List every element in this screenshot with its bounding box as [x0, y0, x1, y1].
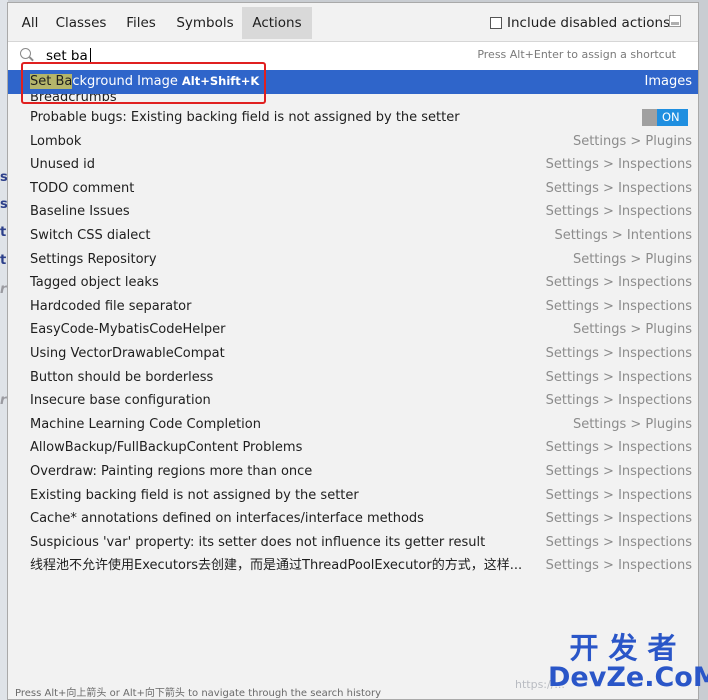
- result-location: Settings > Inspections: [545, 558, 692, 574]
- list-item[interactable]: Machine Learning Code Completion Settings…: [8, 413, 698, 437]
- result-location: Settings > Inspections: [545, 298, 692, 314]
- result-name: 线程池不允许使用Executors去创建，而是通过ThreadPoolExecu…: [30, 558, 523, 574]
- list-item[interactable]: Lombok Settings > Plugins: [8, 130, 698, 154]
- result-name: Machine Learning Code Completion: [30, 416, 261, 432]
- watermark-cn: 开发者: [569, 631, 687, 665]
- list-item[interactable]: Switch CSS dialect Settings > Intentions: [8, 224, 698, 248]
- list-item[interactable]: Button should be borderless Settings > In…: [8, 366, 698, 390]
- include-disabled-label: Include disabled actions: [507, 15, 671, 31]
- list-item[interactable]: AllowBackup/FullBackupContent Problems Se…: [8, 436, 698, 460]
- result-name: Cache* annotations defined on interfaces…: [30, 511, 424, 527]
- list-item[interactable]: Cache* annotations defined on interfaces…: [8, 507, 698, 531]
- on-off-toggle[interactable]: ON: [642, 109, 688, 126]
- result-location: Settings > Inspections: [545, 180, 692, 196]
- list-item[interactable]: Baseline Issues Settings > Inspections: [8, 200, 698, 224]
- list-item[interactable]: Tagged object leaks Settings > Inspection…: [8, 271, 698, 295]
- result-location: Settings > Inspections: [545, 440, 692, 456]
- result-location: Settings > Inspections: [545, 511, 692, 527]
- result-location: Settings > Intentions: [554, 227, 692, 243]
- toggle-label: ON: [662, 110, 680, 124]
- result-name: Baseline Issues: [30, 204, 130, 220]
- watermark-logo: 开发者 DevZe.CoM: [548, 633, 708, 693]
- result-name: Hardcoded file separator: [30, 298, 192, 314]
- result-name: Probable bugs: Existing backing field is…: [30, 110, 460, 125]
- search-bar: Press Alt+Enter to assign a shortcut: [8, 41, 698, 71]
- tab-bar: All Classes Files Symbols Actions Includ…: [8, 3, 698, 41]
- result-name: AllowBackup/FullBackupContent Problems: [30, 440, 303, 456]
- list-item[interactable]: Settings Repository Settings > Plugins: [8, 248, 698, 272]
- include-disabled-checkbox[interactable]: [490, 17, 502, 29]
- result-name: Switch CSS dialect: [30, 227, 151, 243]
- result-location: Settings > Inspections: [545, 487, 692, 503]
- match-highlight: Set Ba: [30, 74, 73, 89]
- result-shortcut: Alt+Shift+K: [181, 74, 260, 88]
- result-location: Settings > Plugins: [572, 251, 692, 267]
- list-item[interactable]: Breadcrumbs: [8, 94, 698, 106]
- tab-files[interactable]: Files: [116, 7, 166, 39]
- list-item[interactable]: EasyCode-MybatisCodeHelper Settings > Plu…: [8, 318, 698, 342]
- result-name-rest: ckground Image: [72, 74, 178, 89]
- search-everywhere-popup: All Classes Files Symbols Actions Includ…: [7, 2, 699, 700]
- result-location: Settings > Plugins: [572, 416, 692, 432]
- result-name: Tagged object leaks: [30, 275, 159, 291]
- result-name: Set Background Image Alt+Shift+K: [30, 70, 259, 94]
- tab-actions[interactable]: Actions: [242, 7, 312, 39]
- result-location: Images: [644, 74, 693, 89]
- result-location: Settings > Plugins: [572, 322, 692, 338]
- list-item[interactable]: Hardcoded file separator Settings > Inspe…: [8, 295, 698, 319]
- result-name: Suspicious 'var' property: its setter do…: [30, 534, 486, 550]
- list-item[interactable]: Overdraw: Painting regions more than onc…: [8, 460, 698, 484]
- list-item[interactable]: Existing backing field is not assigned b…: [8, 484, 698, 508]
- results-list: Set Background Image Alt+Shift+K Images B…: [8, 70, 698, 600]
- result-name: Insecure base configuration: [30, 393, 211, 409]
- result-name: Settings Repository: [30, 251, 157, 267]
- tab-classes[interactable]: Classes: [48, 7, 114, 39]
- result-name: Using VectorDrawableCompat: [30, 345, 225, 361]
- watermark-en: DevZe.CoM: [548, 662, 708, 693]
- result-location: Settings > Inspections: [545, 393, 692, 409]
- list-item-selected[interactable]: Set Background Image Alt+Shift+K Images: [8, 70, 698, 94]
- result-location: Settings > Inspections: [545, 463, 692, 479]
- text-caret: [90, 48, 91, 64]
- result-name: TODO comment: [30, 180, 135, 196]
- result-location: Settings > Inspections: [545, 345, 692, 361]
- list-item[interactable]: Unused id Settings > Inspections: [8, 153, 698, 177]
- result-name: Overdraw: Painting regions more than onc…: [30, 463, 313, 479]
- result-location: Settings > Inspections: [545, 534, 692, 550]
- result-name: EasyCode-MybatisCodeHelper: [30, 322, 226, 338]
- list-item[interactable]: Suspicious 'var' property: its setter do…: [8, 531, 698, 555]
- list-item[interactable]: Using VectorDrawableCompat Settings > Ins…: [8, 342, 698, 366]
- result-name: Existing backing field is not assigned b…: [30, 487, 359, 503]
- tab-symbols[interactable]: Symbols: [168, 7, 242, 39]
- result-name: Breadcrumbs: [30, 94, 117, 105]
- list-item[interactable]: TODO comment Settings > Inspections: [8, 177, 698, 201]
- result-location: Settings > Inspections: [545, 275, 692, 291]
- tab-all[interactable]: All: [12, 7, 48, 39]
- result-name: Lombok: [30, 133, 82, 149]
- open-in-window-icon[interactable]: [669, 15, 681, 27]
- result-location: Settings > Plugins: [572, 133, 692, 149]
- result-name: Button should be borderless: [30, 369, 214, 385]
- list-item[interactable]: 线程池不允许使用Executors去创建，而是通过ThreadPoolExecu…: [8, 554, 698, 578]
- list-item[interactable]: Probable bugs: Existing backing field is…: [8, 106, 698, 130]
- list-item[interactable]: Insecure base configuration Settings > In…: [8, 389, 698, 413]
- toggle-knob: [642, 109, 657, 126]
- result-location: Settings > Inspections: [545, 157, 692, 173]
- search-icon: [20, 48, 31, 59]
- include-disabled-actions[interactable]: Include disabled actions: [490, 13, 670, 33]
- shortcut-hint: Press Alt+Enter to assign a shortcut: [477, 48, 676, 61]
- result-name: Unused id: [30, 157, 96, 173]
- result-location: Settings > Inspections: [545, 204, 692, 220]
- result-location: Settings > Inspections: [545, 369, 692, 385]
- search-input[interactable]: [46, 46, 346, 66]
